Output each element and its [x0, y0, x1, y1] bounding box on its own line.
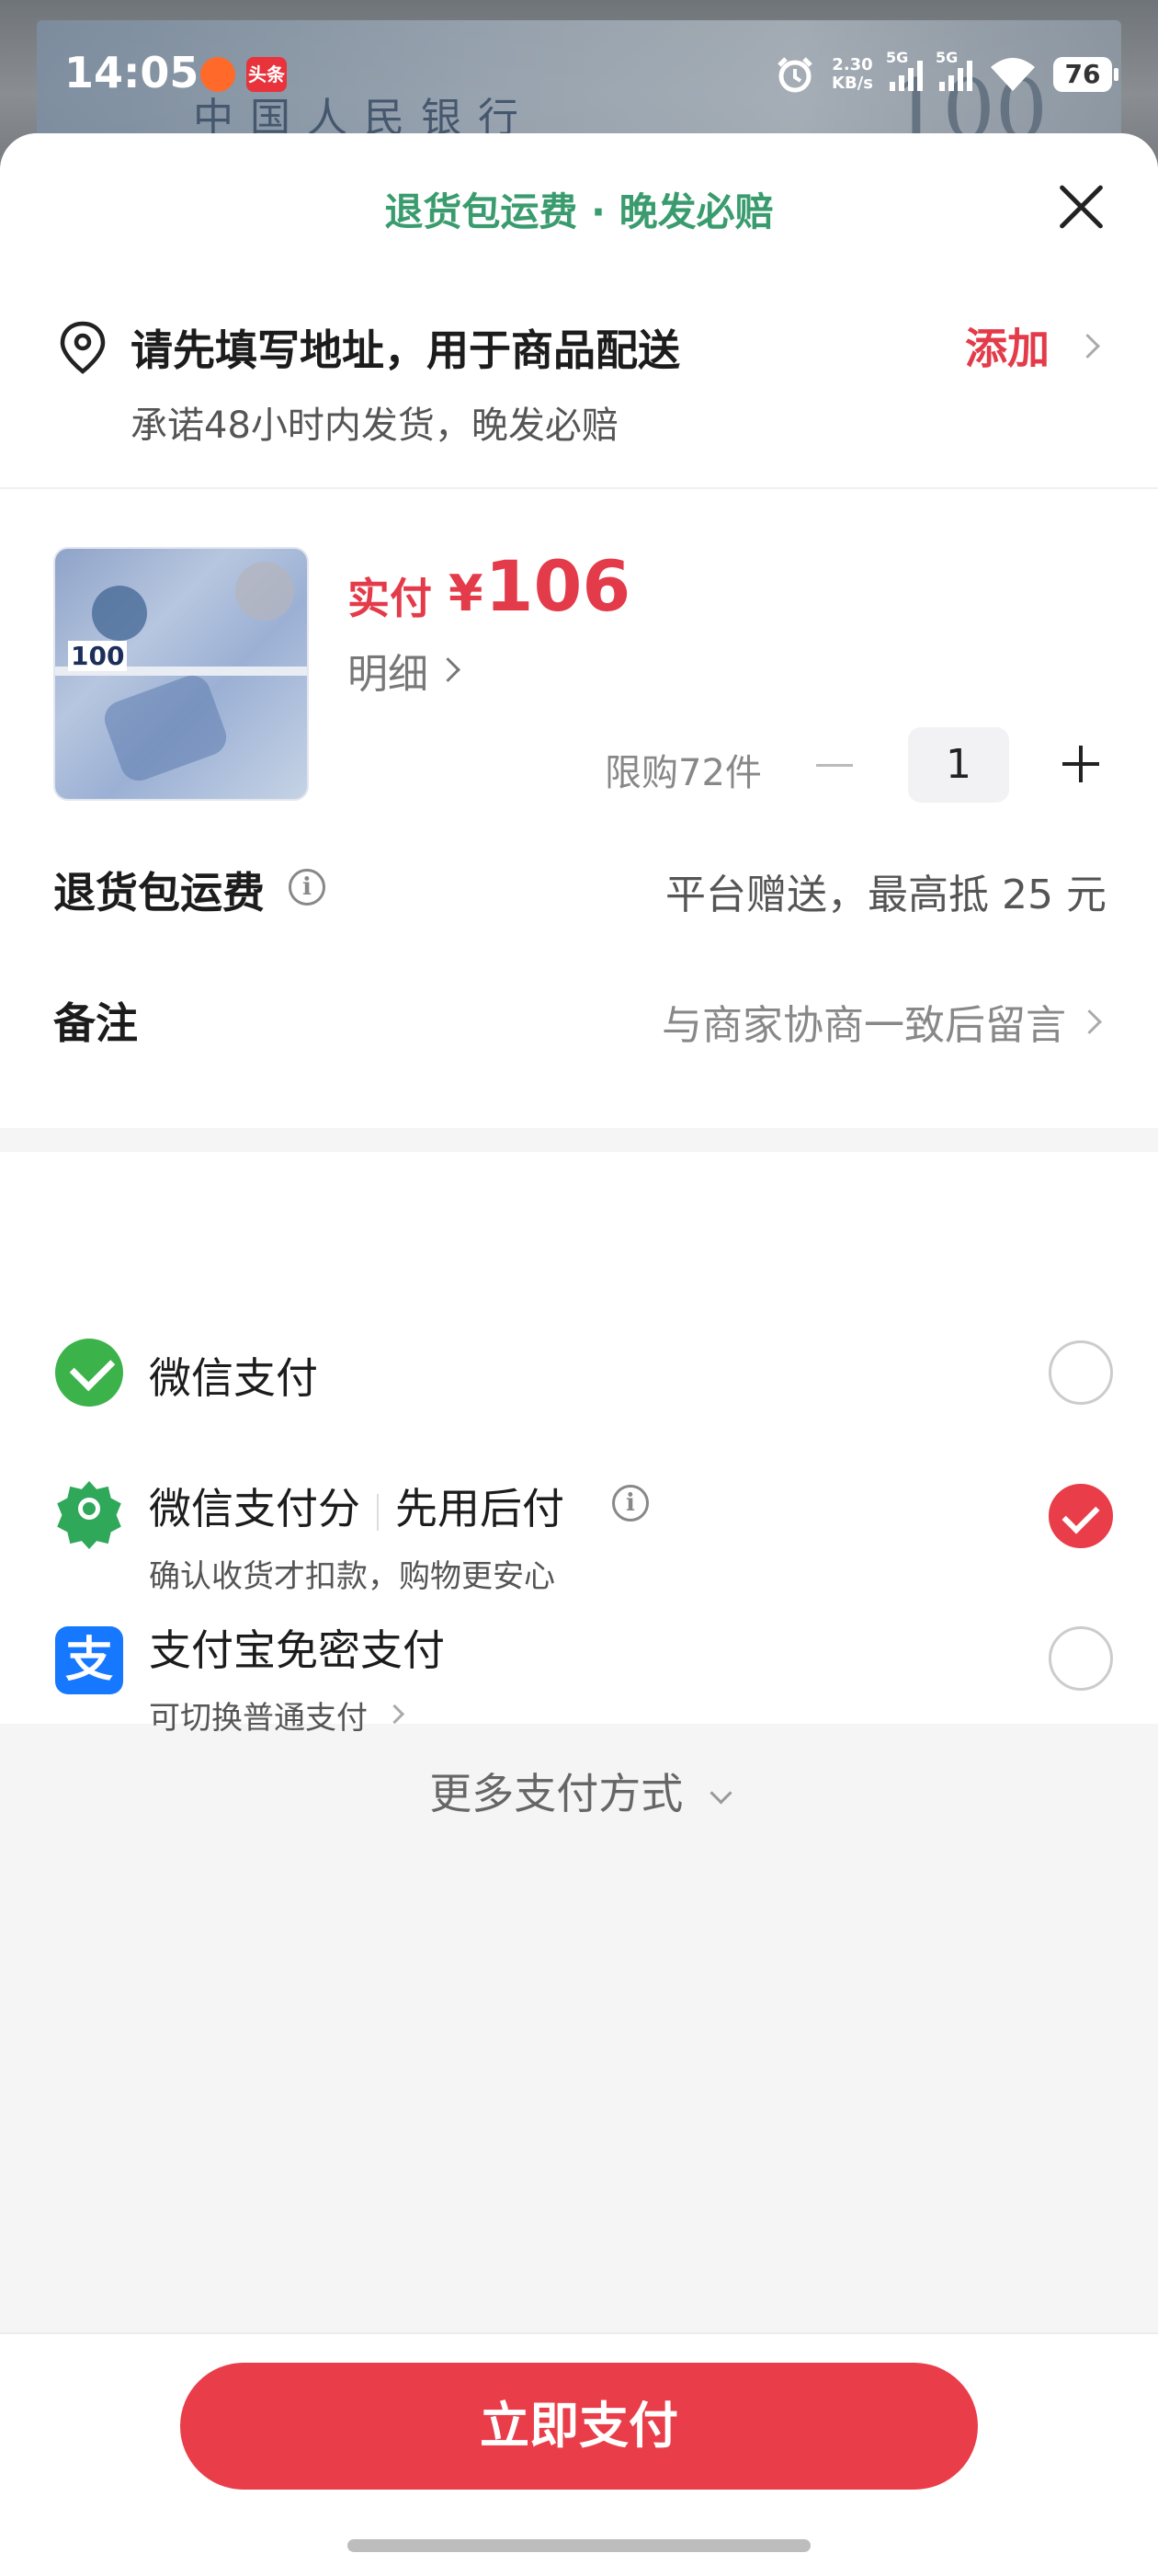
home-indicator[interactable]: [347, 2539, 811, 2552]
paid-label: 实付: [347, 574, 432, 623]
payment-name: 微信支付: [149, 1353, 318, 1403]
info-icon[interactable]: i: [289, 869, 325, 906]
switch-normal-pay-link[interactable]: 可切换普通支付: [149, 1693, 368, 1738]
payment-option-wechat[interactable]: 微信支付: [0, 1338, 1158, 1448]
decrease-quantity-button[interactable]: [816, 764, 853, 767]
more-payment-methods[interactable]: 更多支付方式: [0, 1761, 1158, 1821]
remark-input[interactable]: 与商家协商一致后留言: [662, 992, 1066, 1051]
sheet-title: 退货包运费 · 晚发必赔: [384, 189, 774, 234]
signal-icon: 5G: [886, 49, 923, 91]
radio-wechat-pay[interactable]: [1049, 1340, 1113, 1405]
chevron-right-icon: [384, 1704, 405, 1725]
radio-alipay[interactable]: [1049, 1626, 1113, 1691]
currency-symbol: ¥: [448, 564, 483, 622]
toutiao-app-icon: 头条: [246, 57, 287, 92]
return-shipping-value: 平台赠送，最高抵 25 元: [665, 872, 1107, 918]
address-prompt[interactable]: 请先填写地址，用于商品配送: [131, 317, 680, 378]
payment-name: 支付宝免密支付: [149, 1625, 445, 1675]
signal-icon-2: 5G: [936, 49, 972, 91]
wifi-icon: [991, 58, 1035, 91]
radio-wechat-score-selected[interactable]: [1049, 1484, 1113, 1548]
close-icon[interactable]: [1055, 181, 1107, 233]
quantity-field[interactable]: 1: [908, 727, 1009, 803]
zoom-icon[interactable]: [235, 562, 294, 621]
location-pin-icon: [60, 321, 106, 374]
purchase-limit: 限购72件: [605, 752, 762, 794]
price-detail-link[interactable]: 明细: [347, 641, 428, 700]
return-shipping-label: 退货包运费: [53, 868, 265, 918]
divider: [0, 487, 1158, 489]
payment-name: 微信支付分 先用后付: [149, 1484, 564, 1533]
status-bar: 14:05 头条 2.30 KB/s 5G 5G 76: [0, 0, 1158, 147]
increase-quantity-button[interactable]: [1062, 746, 1099, 782]
chevron-down-icon: [710, 1782, 732, 1805]
payment-option-wechat-score[interactable]: 微信支付分 先用后付 i 确认收货才扣款，购物更安心: [0, 1476, 1158, 1595]
battery-icon: 76: [1053, 57, 1118, 92]
payment-description: 确认收货才扣款，购物更安心: [149, 1558, 555, 1595]
info-icon[interactable]: i: [612, 1485, 649, 1522]
product-image[interactable]: 100: [53, 547, 309, 801]
status-icons: 2.30 KB/s 5G 5G 76: [775, 49, 1118, 97]
notification-app-icon: [200, 57, 235, 92]
alipay-icon: 支: [55, 1626, 123, 1694]
shipping-promise: 承诺48小时内发货，晚发必赔: [131, 405, 619, 447]
alarm-icon: [778, 57, 812, 93]
payment-option-alipay[interactable]: 支 支付宝免密支付 可切换普通支付: [0, 1617, 1158, 1737]
add-address-button[interactable]: 添加: [965, 315, 1050, 376]
checkout-sheet: 退货包运费 · 晚发必赔 请先填写地址，用于商品配送 承诺48小时内发货，晚发必…: [0, 133, 1158, 2574]
product-image-tag: 100: [68, 641, 128, 671]
pay-now-button[interactable]: 立即支付: [180, 2363, 978, 2490]
network-speed: 2.30 KB/s: [832, 55, 873, 93]
remark-label: 备注: [53, 998, 138, 1048]
wechat-score-icon: [57, 1481, 121, 1549]
wechat-pay-icon: [55, 1339, 123, 1407]
status-time: 14:05: [64, 48, 199, 97]
paid-amount: ¥106: [448, 545, 631, 627]
